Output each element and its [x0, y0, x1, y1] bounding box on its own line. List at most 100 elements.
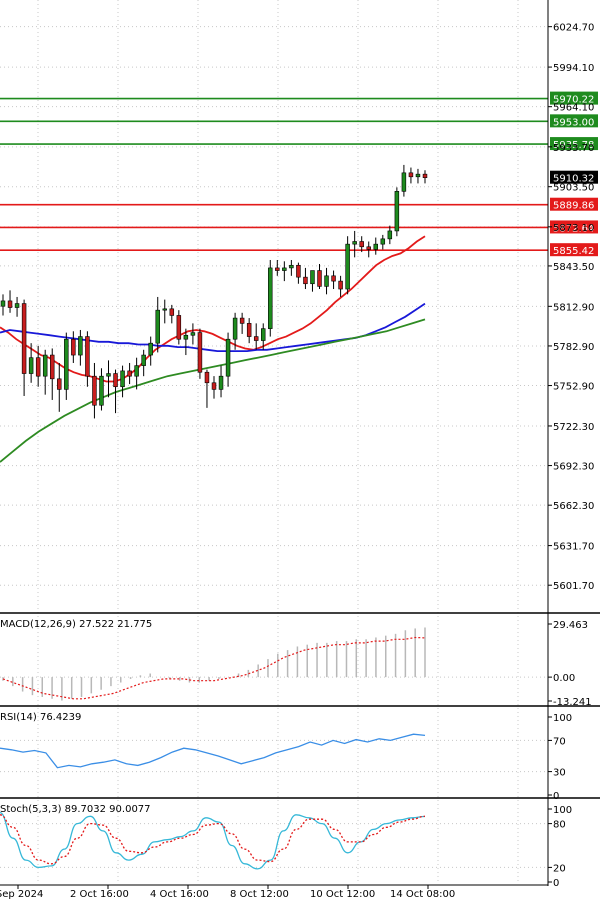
price-tick-label: 5933.70 [553, 143, 594, 154]
candle-body [345, 243, 350, 290]
price-panel[interactable]: 5970.225953.005935.785889.865872.645855.… [0, 0, 598, 884]
candle-body [366, 246, 371, 250]
candle-body [232, 317, 238, 340]
price-level-label: 5855.42 [553, 246, 594, 257]
candle-body [331, 275, 336, 282]
rsi-path [0, 733, 426, 769]
time-tick-label: 2 Oct 16:00 [70, 889, 129, 900]
stoch-tick-label: 80 [553, 820, 566, 831]
rsi-tick-label: 100 [553, 713, 572, 724]
candle-body [28, 357, 34, 374]
price-tick-label: 5752.90 [553, 382, 594, 393]
rsi-axis: 100 70 30 0 [548, 713, 572, 802]
candle-body [106, 373, 111, 377]
stoch-k-path [0, 811, 426, 870]
macd-panel[interactable]: MACD(12,26,9) 27.522 21.775 29.4630.00-1… [0, 619, 592, 708]
candle-body [0, 300, 6, 307]
candle-body [303, 276, 308, 285]
candle-body [14, 303, 20, 308]
candle-body [415, 173, 421, 178]
rsi-title: RSI(14) 76.4239 [0, 712, 81, 723]
candle-body [190, 332, 196, 336]
candle-body [57, 378, 62, 390]
candle-body [176, 315, 182, 340]
candle-body [71, 338, 76, 356]
candle-body [310, 270, 315, 285]
moving-averages [0, 235, 426, 463]
candle-body [134, 365, 139, 377]
candle-body [197, 332, 203, 373]
candle-body [148, 342, 153, 356]
candle-body [387, 230, 393, 240]
rsi-line [0, 733, 426, 769]
price-level-label: 5889.86 [553, 201, 594, 212]
price-tick-label: 5843.50 [553, 262, 594, 273]
candle-body [204, 371, 210, 384]
candle-body [92, 375, 97, 406]
candle-body [169, 308, 175, 316]
candle-body [352, 241, 357, 245]
candle-body [239, 317, 245, 324]
stoch-panel[interactable]: Stoch(5,3,3) 89.7032 90.0077 100 80 20 0 [0, 804, 572, 889]
stoch-axis: 100 80 20 0 [548, 805, 572, 889]
rsi-tick-label: 0 [553, 791, 559, 802]
candle-body [401, 172, 407, 192]
stoch-title: Stoch(5,3,3) 89.7032 90.0077 [0, 804, 151, 815]
price-axis: 6024.70 5994.10 5964.10 5933.70 5903.50 5873.… [548, 23, 594, 592]
candle-body [359, 241, 364, 248]
stoch-tick-label: 0 [553, 878, 559, 889]
price-tick-label: 5601.70 [553, 581, 594, 592]
candle-body [246, 323, 252, 337]
candle-body [42, 354, 48, 377]
candle-body [289, 264, 294, 269]
candle-body [78, 336, 83, 356]
candle-body [324, 275, 329, 287]
candle-body [218, 375, 224, 390]
candle-body [99, 375, 104, 406]
stoch-lines [0, 811, 426, 870]
candle-body [183, 334, 189, 340]
rsi-tick-label: 70 [553, 736, 566, 747]
macd-histogram [2, 627, 426, 701]
price-tick-label: 5812.90 [553, 302, 594, 313]
candle-body [35, 357, 41, 377]
stoch-tick-label: 20 [553, 863, 566, 874]
trading-chart: 5970.225953.005935.785889.865872.645855.… [0, 0, 600, 900]
candle-body [422, 173, 428, 178]
panel-frame [0, 0, 600, 886]
time-tick-label: 4 Oct 16:00 [150, 889, 209, 900]
ma-green-line [0, 318, 426, 463]
candle-body [127, 370, 132, 377]
candle-body [317, 270, 322, 287]
price-tick-label: 5692.30 [553, 462, 594, 473]
candle-body [120, 370, 125, 388]
candle-body [394, 191, 400, 232]
macd-title: MACD(12,26,9) 27.522 21.775 [0, 619, 152, 630]
price-tick-label: 5994.10 [553, 63, 594, 74]
candle-body [373, 243, 379, 250]
price-tick-label: 5964.10 [553, 103, 594, 114]
stoch-tick-label: 100 [553, 805, 572, 816]
candle-body [64, 338, 69, 390]
candle-body [225, 338, 231, 377]
candle-body [155, 309, 160, 344]
candle-body [141, 354, 146, 366]
stoch-d-path [0, 814, 426, 865]
candle-body [162, 308, 168, 311]
price-tick-label: 5662.30 [553, 501, 594, 512]
candle-body [21, 303, 27, 374]
candle-body [85, 336, 90, 377]
time-tick-label: 30 Sep 2024 [0, 889, 43, 900]
price-tick-label: 6024.70 [553, 23, 594, 34]
candle-body [275, 267, 280, 271]
macd-signal-path [2, 636, 426, 700]
price-levels: 5970.225953.005935.785889.865872.645855.… [0, 91, 598, 257]
rsi-tick-label: 30 [553, 768, 566, 779]
price-level-label: 5953.00 [553, 117, 594, 128]
candle-body [253, 336, 259, 341]
macd-axis: 29.4630.00-13.241 [548, 620, 592, 708]
candle-body [113, 373, 118, 388]
time-axis: 30 Sep 2024 2 Oct 16:00 4 Oct 16:00 8 Oct 1… [0, 885, 455, 900]
rsi-panel[interactable]: RSI(14) 76.4239 100 70 30 0 [0, 712, 572, 802]
candle-body [211, 382, 217, 390]
